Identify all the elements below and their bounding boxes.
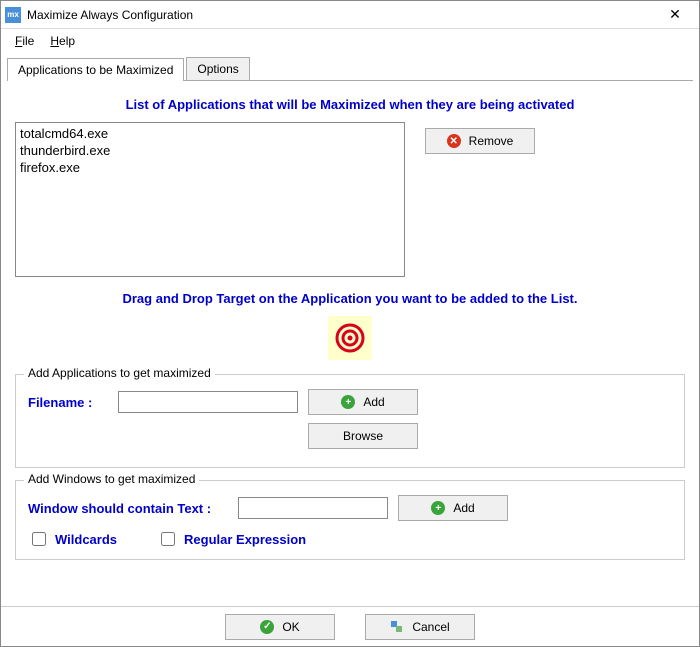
ok-label: OK — [282, 620, 299, 634]
menu-help[interactable]: Help — [44, 32, 81, 50]
add-window-label: Add — [453, 501, 474, 515]
drag-hint: Drag and Drop Target on the Application … — [15, 291, 685, 306]
remove-button[interactable]: ✕ Remove — [425, 128, 535, 154]
list-heading: List of Applications that will be Maximi… — [15, 97, 685, 112]
cancel-icon — [390, 620, 404, 634]
tabbar: Applications to be Maximized Options — [7, 57, 693, 81]
window-text-label: Window should contain Text : — [28, 501, 228, 516]
list-item[interactable]: totalcmd64.exe — [20, 125, 400, 142]
applications-listbox[interactable]: totalcmd64.exe thunderbird.exe firefox.e… — [15, 122, 405, 277]
group-add-apps: Add Applications to get maximized Filena… — [15, 374, 685, 468]
filename-label: Filename : — [28, 395, 108, 410]
target-icon — [334, 322, 366, 354]
add-app-label: Add — [363, 395, 384, 409]
cancel-button[interactable]: Cancel — [365, 614, 475, 640]
close-button[interactable]: ✕ — [655, 2, 695, 28]
wildcards-checkbox[interactable] — [32, 532, 46, 546]
wildcards-label[interactable]: Wildcards — [55, 532, 117, 547]
tab-options[interactable]: Options — [186, 57, 249, 80]
add-app-button[interactable]: + Add — [308, 389, 418, 415]
group-add-windows-title: Add Windows to get maximized — [24, 472, 199, 486]
remove-icon: ✕ — [447, 134, 461, 148]
tab-content: List of Applications that will be Maximi… — [1, 81, 699, 580]
app-window: mx Maximize Always Configuration ✕ File … — [0, 0, 700, 647]
regex-label[interactable]: Regular Expression — [184, 532, 306, 547]
tab-applications[interactable]: Applications to be Maximized — [7, 58, 184, 81]
app-icon: mx — [5, 7, 21, 23]
titlebar: mx Maximize Always Configuration ✕ — [1, 1, 699, 29]
list-item[interactable]: firefox.exe — [20, 159, 400, 176]
drag-target[interactable] — [328, 316, 372, 360]
list-item[interactable]: thunderbird.exe — [20, 142, 400, 159]
remove-label: Remove — [469, 134, 514, 148]
browse-label: Browse — [343, 429, 383, 443]
regex-checkbox[interactable] — [161, 532, 175, 546]
ok-button[interactable]: ✓ OK — [225, 614, 335, 640]
filename-input[interactable] — [118, 391, 298, 413]
add-window-button[interactable]: + Add — [398, 495, 508, 521]
cancel-label: Cancel — [412, 620, 449, 634]
window-text-input[interactable] — [238, 497, 388, 519]
group-add-windows: Add Windows to get maximized Window shou… — [15, 480, 685, 560]
group-add-apps-title: Add Applications to get maximized — [24, 366, 215, 380]
browse-button[interactable]: Browse — [308, 423, 418, 449]
plus-icon: + — [431, 501, 445, 515]
footer-bar: ✓ OK Cancel — [1, 606, 699, 646]
menu-file[interactable]: File — [9, 32, 40, 50]
check-icon: ✓ — [260, 620, 274, 634]
menubar: File Help — [1, 29, 699, 53]
plus-icon: + — [341, 395, 355, 409]
list-row: totalcmd64.exe thunderbird.exe firefox.e… — [15, 122, 685, 277]
window-title: Maximize Always Configuration — [27, 8, 655, 22]
